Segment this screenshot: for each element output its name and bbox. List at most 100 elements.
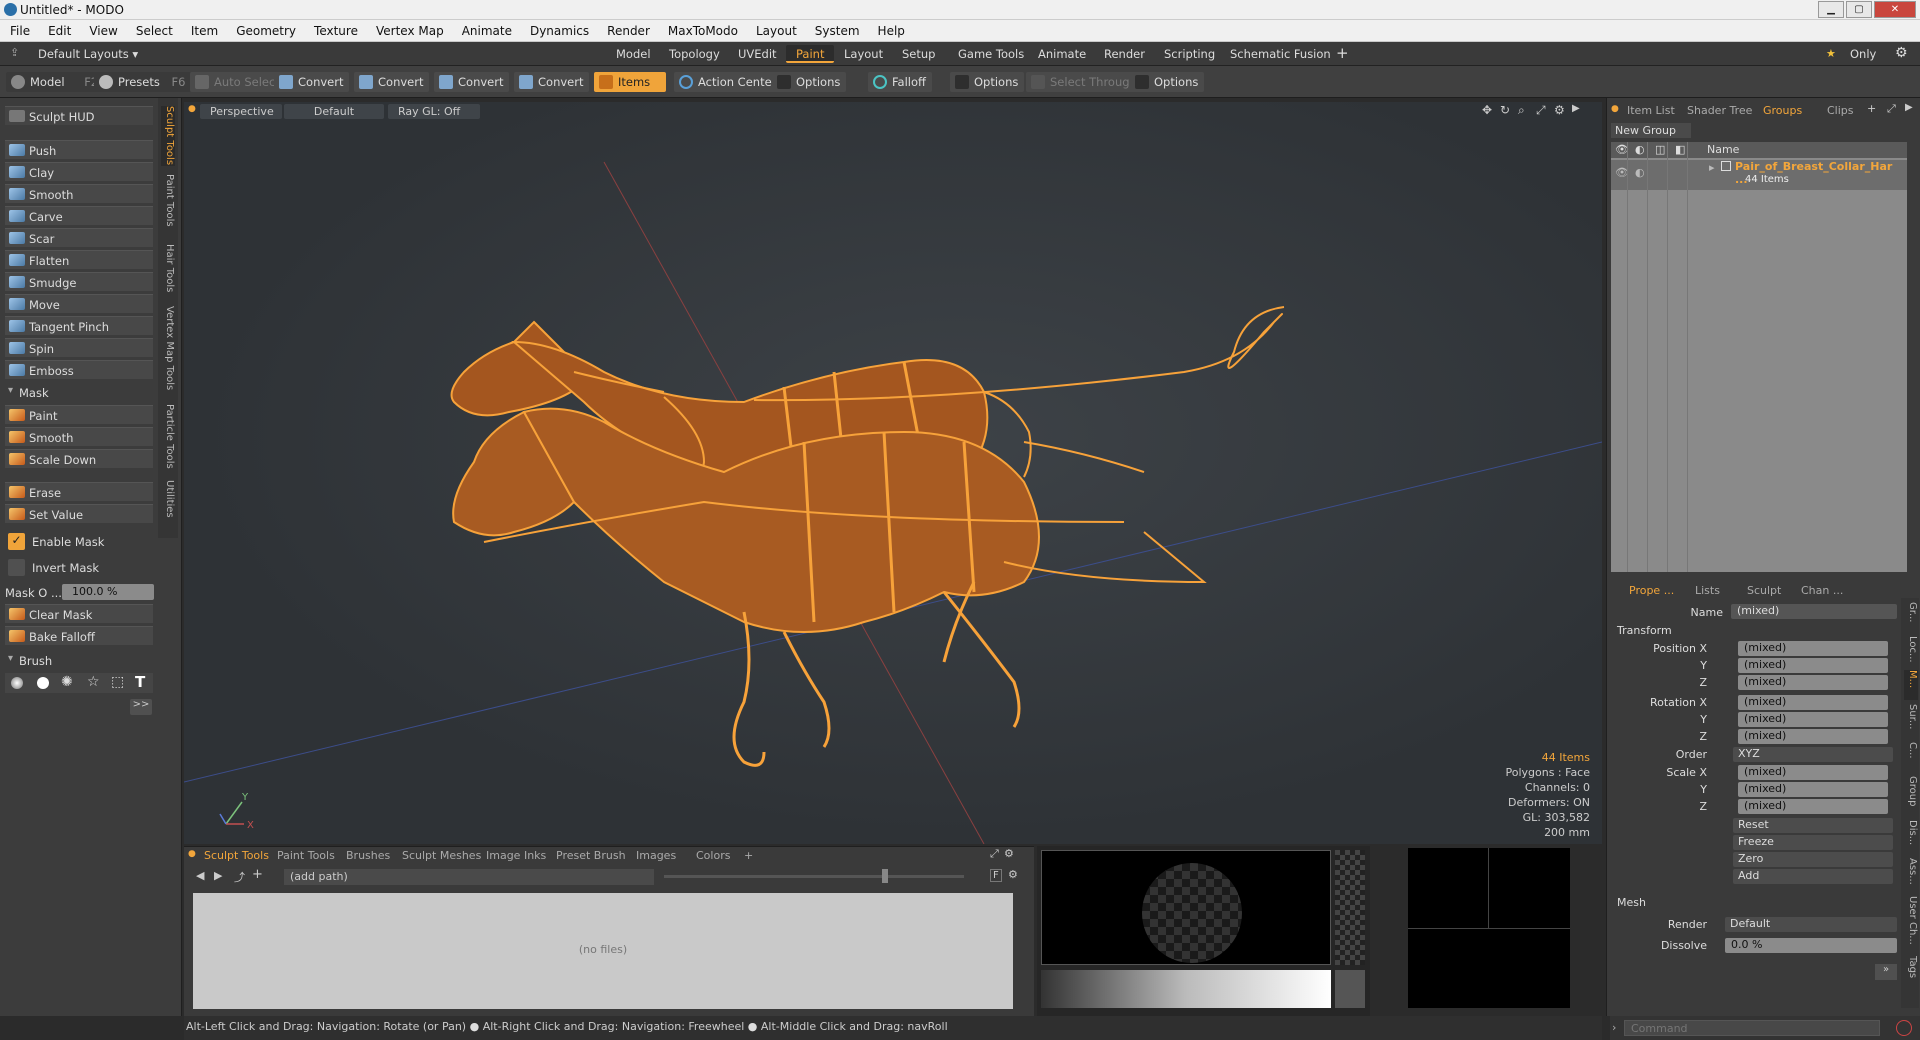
mask-section-header[interactable]: Mask	[5, 385, 153, 401]
minimize-button[interactable]: ▁	[1818, 1, 1844, 18]
gradient-strip[interactable]	[1041, 970, 1331, 1008]
tab-model[interactable]: Model	[606, 45, 661, 63]
vtab-paint-tools[interactable]: Paint Tools	[161, 174, 175, 230]
new-group-button[interactable]: New Group	[1611, 123, 1691, 138]
menu-geometry[interactable]: Geometry	[226, 20, 304, 38]
tool-tangent-pinch[interactable]: Tangent Pinch	[5, 316, 153, 335]
tab-topology[interactable]: Topology	[659, 45, 730, 63]
vtab-ass[interactable]: Ass...	[1904, 858, 1918, 892]
menu-edit[interactable]: Edit	[38, 20, 79, 38]
close-button[interactable]: ✕	[1874, 1, 1916, 18]
star-brush-icon[interactable]: ☆	[87, 674, 100, 690]
vtab-loc[interactable]: Loc...	[1904, 636, 1918, 666]
btab-brushes[interactable]: Brushes	[346, 849, 390, 862]
items-mode-button[interactable]: Items	[594, 72, 666, 92]
convert-edges-button[interactable]: Convert	[354, 72, 430, 92]
mask-paint-button[interactable]: Paint	[5, 405, 153, 424]
tool-push[interactable]: Push	[5, 140, 153, 159]
render-toggle-icon[interactable]: ◐	[1635, 166, 1645, 179]
gear-icon[interactable]: ⚙	[1895, 45, 1908, 61]
bake-falloff-button[interactable]: Bake Falloff	[5, 626, 153, 645]
menu-select[interactable]: Select	[126, 20, 181, 38]
add-button[interactable]: Add	[1733, 869, 1893, 884]
file-list[interactable]: (no files)	[193, 893, 1013, 1009]
menu-view[interactable]: View	[79, 20, 125, 38]
ptab-properties[interactable]: Prope ...	[1629, 584, 1674, 597]
select-through-button[interactable]: Select Through	[1026, 72, 1143, 92]
vtab-m[interactable]: M...	[1904, 670, 1918, 700]
only-toggle[interactable]: Only	[1850, 47, 1876, 61]
btab-sculpt-tools[interactable]: Sculpt Tools	[204, 849, 269, 862]
menu-system[interactable]: System	[805, 20, 868, 38]
rtab-shader-tree[interactable]: Shader Tree	[1687, 104, 1752, 117]
render-dropdown[interactable]: Default	[1725, 917, 1897, 932]
sculpt-hud-button[interactable]: Sculpt HUD	[5, 106, 153, 125]
vtab-particle-tools[interactable]: Particle Tools	[161, 404, 175, 470]
thumbnail-size-slider[interactable]	[664, 875, 964, 878]
brush-section-header[interactable]: Brush	[5, 653, 153, 669]
soft-brush-icon[interactable]	[11, 677, 23, 689]
btab-images[interactable]: Images	[636, 849, 676, 862]
tool-carve[interactable]: Carve	[5, 206, 153, 225]
action-center-button[interactable]: Action Center	[674, 72, 783, 92]
tool-scar[interactable]: Scar	[5, 228, 153, 247]
rtab-groups[interactable]: Groups	[1763, 104, 1802, 117]
vtab-utilities[interactable]: Utilities	[161, 480, 175, 522]
path-dropdown[interactable]: (add path)	[284, 869, 654, 885]
right-panel-expand-icon[interactable]: ⤢	[1887, 102, 1896, 116]
vtab-dis[interactable]: Dis...	[1904, 820, 1918, 854]
tool-clay[interactable]: Clay	[5, 162, 153, 181]
mask-smooth-button[interactable]: Smooth	[5, 427, 153, 446]
opacity-strip[interactable]	[1335, 850, 1365, 965]
select-options-button[interactable]: Options	[1130, 72, 1205, 92]
tab-game-tools[interactable]: Game Tools	[948, 45, 1034, 63]
procedural-brush-icon[interactable]: ⬚	[111, 674, 124, 690]
vtab-tags[interactable]: Tags	[1904, 956, 1918, 990]
scale-x-field[interactable]: (mixed)	[1738, 765, 1888, 780]
dissolve-field[interactable]: 0.0 %	[1725, 938, 1897, 953]
panel-menu-icon[interactable]: ●	[188, 849, 196, 859]
tab-scripting[interactable]: Scripting	[1154, 45, 1225, 63]
convert-items-button[interactable]: Convert	[514, 72, 590, 92]
name-field[interactable]: (mixed)	[1731, 604, 1897, 619]
menu-item[interactable]: Item	[181, 20, 226, 38]
gradient-swatch[interactable]	[1335, 970, 1365, 1008]
action-center-options-button[interactable]: Options	[772, 72, 847, 92]
tool-move[interactable]: Move	[5, 294, 153, 313]
scale-y-field[interactable]: (mixed)	[1738, 782, 1888, 797]
convert-polygons-button[interactable]: Convert	[434, 72, 510, 92]
tab-layout[interactable]: Layout	[834, 45, 893, 63]
order-dropdown[interactable]: XYZ	[1733, 747, 1893, 762]
vtab-group[interactable]: Group	[1904, 776, 1918, 816]
tab-uvedit[interactable]: UVEdit	[728, 45, 787, 63]
ptab-channels[interactable]: Chan ...	[1801, 584, 1843, 597]
command-input[interactable]	[1624, 1020, 1880, 1036]
group-row[interactable]: 👁 ◐ ▸ Pair_of_Breast_Collar_Har ... 44 I…	[1611, 160, 1907, 190]
invert-mask-checkbox[interactable]	[8, 559, 25, 576]
transform-section[interactable]: Transform	[1617, 624, 1672, 637]
tab-animate[interactable]: Animate	[1028, 45, 1096, 63]
mask-set-value-button[interactable]: Set Value	[5, 504, 153, 523]
layout-up-icon[interactable]: ⇪	[10, 46, 19, 59]
clear-mask-button[interactable]: Clear Mask	[5, 604, 153, 623]
tab-setup[interactable]: Setup	[892, 45, 945, 63]
back-arrow-icon[interactable]: ◀	[196, 869, 204, 882]
tab-paint[interactable]: Paint	[786, 45, 835, 63]
vtab-user-channels[interactable]: User Ch...	[1904, 896, 1918, 952]
splatter-brush-icon[interactable]: ✺	[61, 674, 73, 690]
default-layouts-menu[interactable]: Default Layouts ▾	[38, 47, 138, 61]
lock-column-icon[interactable]: ◫	[1655, 143, 1665, 156]
menu-help[interactable]: Help	[868, 20, 913, 38]
ptab-sculpt[interactable]: Sculpt	[1747, 584, 1781, 597]
vtab-gr[interactable]: Gr...	[1904, 602, 1918, 632]
convert-vertices-button[interactable]: Convert	[274, 72, 350, 92]
menu-dynamics[interactable]: Dynamics	[520, 20, 597, 38]
btab-add[interactable]: +	[744, 849, 753, 862]
ptab-lists[interactable]: Lists	[1695, 584, 1720, 597]
mask-scale-down-button[interactable]: Scale Down	[5, 449, 153, 468]
right-panel-arrow-icon[interactable]: ▶	[1905, 102, 1913, 113]
more-brushes-button[interactable]: >>	[130, 699, 152, 715]
mask-erase-button[interactable]: Erase	[5, 482, 153, 501]
tab-schematic-fusion[interactable]: Schematic Fusion	[1220, 45, 1341, 63]
forward-arrow-icon[interactable]: ▶	[214, 869, 222, 882]
